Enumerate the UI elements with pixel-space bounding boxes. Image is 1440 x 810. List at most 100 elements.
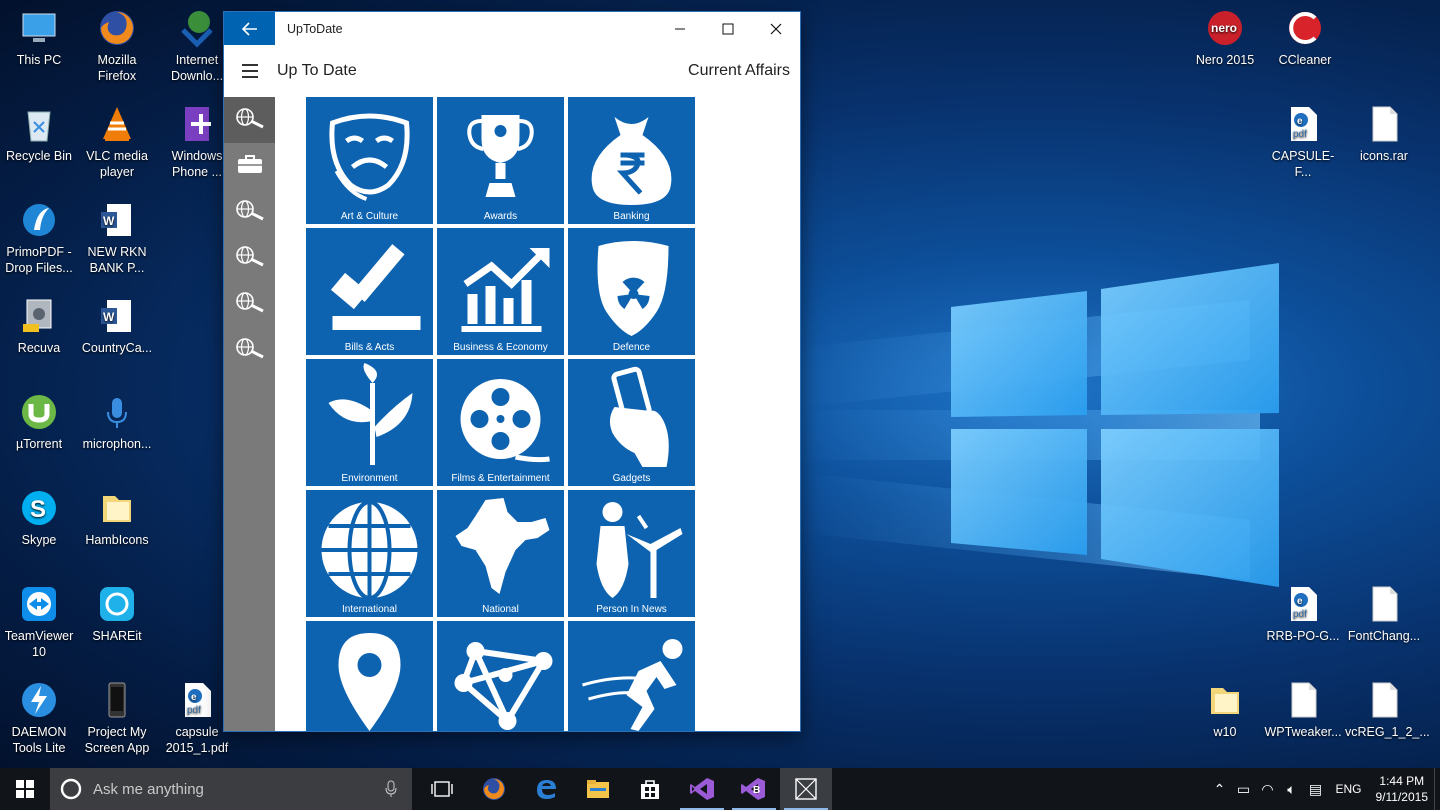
desktop-icon[interactable]: SHAREit	[78, 584, 156, 644]
desktop-icon[interactable]: vcREG_1_2_...	[1345, 680, 1430, 740]
desktop-icon[interactable]: icons.rar	[1345, 104, 1423, 164]
shareit-icon	[97, 584, 137, 624]
start-button[interactable]	[0, 768, 50, 810]
category-tile[interactable]: Environment	[306, 359, 433, 486]
minimize-button[interactable]	[656, 12, 704, 45]
sidebar-item-5[interactable]	[224, 327, 275, 373]
ccleaner-icon	[1285, 8, 1325, 48]
word-document-icon: W	[97, 200, 137, 240]
globe-search-icon	[235, 199, 265, 226]
desktop-icon-label: SHAREit	[92, 629, 142, 643]
microphone-icon[interactable]	[384, 780, 398, 798]
volume-icon[interactable]: 🔈︎	[1279, 781, 1303, 798]
category-tile[interactable]: Bills & Acts	[306, 228, 433, 355]
word-document-icon: W	[97, 296, 137, 336]
category-tile[interactable]: Gadgets	[568, 359, 695, 486]
category-tile[interactable]: National	[437, 490, 564, 617]
sidebar-item-2[interactable]	[224, 189, 275, 235]
minimize-icon	[675, 28, 685, 29]
battery-icon[interactable]: ▭	[1231, 781, 1255, 798]
tile-label: Person In News	[596, 604, 667, 615]
taskbar-visual-studio[interactable]	[676, 768, 728, 810]
category-tile[interactable]: Person In News	[568, 490, 695, 617]
desktop-icon[interactable]: Project My Screen App	[78, 680, 156, 756]
gavel-icon	[330, 244, 421, 330]
pdf-file-icon: pdf e	[177, 680, 217, 720]
desktop-icon[interactable]: S Skype	[0, 488, 78, 548]
sidebar-item-3[interactable]	[224, 235, 275, 281]
desktop-icon[interactable]: VLC media player	[78, 104, 156, 180]
desktop-icon[interactable]: microphon...	[78, 392, 156, 452]
back-arrow-icon	[241, 21, 257, 36]
project-my-screen-icon	[97, 680, 137, 720]
taskbar-edge[interactable]	[520, 768, 572, 810]
skype-icon: S	[19, 488, 59, 528]
desktop-icon[interactable]: HambIcons	[78, 488, 156, 548]
desktop-icon[interactable]: µTorrent	[0, 392, 78, 452]
desktop-icon[interactable]: W CountryCa...	[78, 296, 156, 356]
desktop-icon[interactable]: TeamViewer 10	[0, 584, 78, 660]
windows-phone-icon	[177, 104, 217, 144]
category-tile[interactable]: Defence	[568, 228, 695, 355]
tile-label: Banking	[613, 211, 650, 222]
desktop-icon[interactable]: pdf e RRB-PO-G...	[1264, 584, 1342, 644]
category-tile[interactable]: Business & Economy	[437, 228, 564, 355]
taskbar-uptodate-app[interactable]	[780, 768, 832, 810]
taskbar-blend[interactable]: B	[728, 768, 780, 810]
show-hidden-icons-chevron-icon[interactable]: ⌃	[1207, 781, 1231, 798]
clock[interactable]: 1:44 PM 9/11/2015	[1376, 773, 1429, 805]
desktop-icon[interactable]: w10	[1186, 680, 1264, 740]
category-tile[interactable]: Art & Culture	[306, 97, 433, 224]
cortana-search-box[interactable]: Ask me anything	[50, 768, 412, 810]
desktop-icon-label: TeamViewer 10	[4, 629, 74, 659]
desktop-icon-label: DAEMON Tools Lite	[11, 725, 67, 755]
globe-icon	[321, 500, 418, 600]
svg-text:B: B	[753, 785, 760, 796]
svg-text:pdf: pdf	[187, 705, 201, 716]
desktop-icon[interactable]: pdf e CAPSULE-F...	[1264, 104, 1342, 180]
tile-label: International	[341, 604, 398, 615]
growth-chart-icon	[461, 248, 550, 332]
taskbar-file-explorer[interactable]	[572, 768, 624, 810]
category-tile[interactable]	[437, 621, 564, 731]
close-button[interactable]	[752, 12, 800, 45]
desktop-icon[interactable]: PrimoPDF - Drop Files...	[0, 200, 78, 276]
category-tile[interactable]: Films & Entertainment	[437, 359, 564, 486]
task-view-button[interactable]	[416, 768, 468, 810]
wifi-icon[interactable]: ◠	[1255, 781, 1279, 798]
desktop-icon[interactable]: Mozilla Firefox	[78, 8, 156, 84]
desktop-icon[interactable]: FontChang...	[1345, 584, 1423, 644]
cortana-icon	[60, 778, 82, 800]
taskbar-firefox[interactable]	[468, 768, 520, 810]
maximize-button[interactable]	[704, 12, 752, 45]
category-tile[interactable]: Awards	[437, 97, 564, 224]
tile-label: National	[482, 604, 519, 615]
desktop-icon[interactable]: nero Nero 2015	[1186, 8, 1264, 68]
taskbar-store[interactable]	[624, 768, 676, 810]
clock-time: 1:44 PM	[1379, 774, 1425, 788]
category-tile[interactable]	[568, 621, 695, 731]
hamburger-menu-button[interactable]	[224, 45, 275, 97]
category-tile[interactable]: International	[306, 490, 433, 617]
desktop-icon[interactable]: W NEW RKN BANK P...	[78, 200, 156, 276]
back-button[interactable]	[224, 12, 275, 45]
sidebar-item-1[interactable]	[224, 143, 275, 189]
desktop-icon[interactable]: DAEMON Tools Lite	[0, 680, 78, 756]
sidebar-item-0[interactable]	[224, 97, 275, 143]
page-title: Up To Date	[277, 62, 357, 79]
desktop-icon[interactable]: WPTweaker...	[1264, 680, 1342, 740]
desktop-icon[interactable]: Recuva	[0, 296, 78, 356]
language-indicator[interactable]: ENG	[1335, 782, 1361, 796]
desktop-icon[interactable]: Recycle Bin	[0, 104, 78, 164]
category-tile[interactable]	[306, 621, 433, 731]
show-desktop-button[interactable]	[1434, 768, 1440, 810]
sidebar-item-4[interactable]	[224, 281, 275, 327]
category-tile[interactable]: Banking	[568, 97, 695, 224]
action-center-icon[interactable]: ▤	[1303, 781, 1327, 798]
desktop-icon-label: µTorrent	[15, 437, 63, 451]
svg-text:W: W	[103, 310, 115, 324]
desktop-icon-label: vcREG_1_2_...	[1345, 725, 1430, 739]
svg-text:nero: nero	[1211, 21, 1237, 35]
desktop-icon[interactable]: CCleaner	[1266, 8, 1344, 68]
desktop-icon[interactable]: This PC	[0, 8, 78, 68]
